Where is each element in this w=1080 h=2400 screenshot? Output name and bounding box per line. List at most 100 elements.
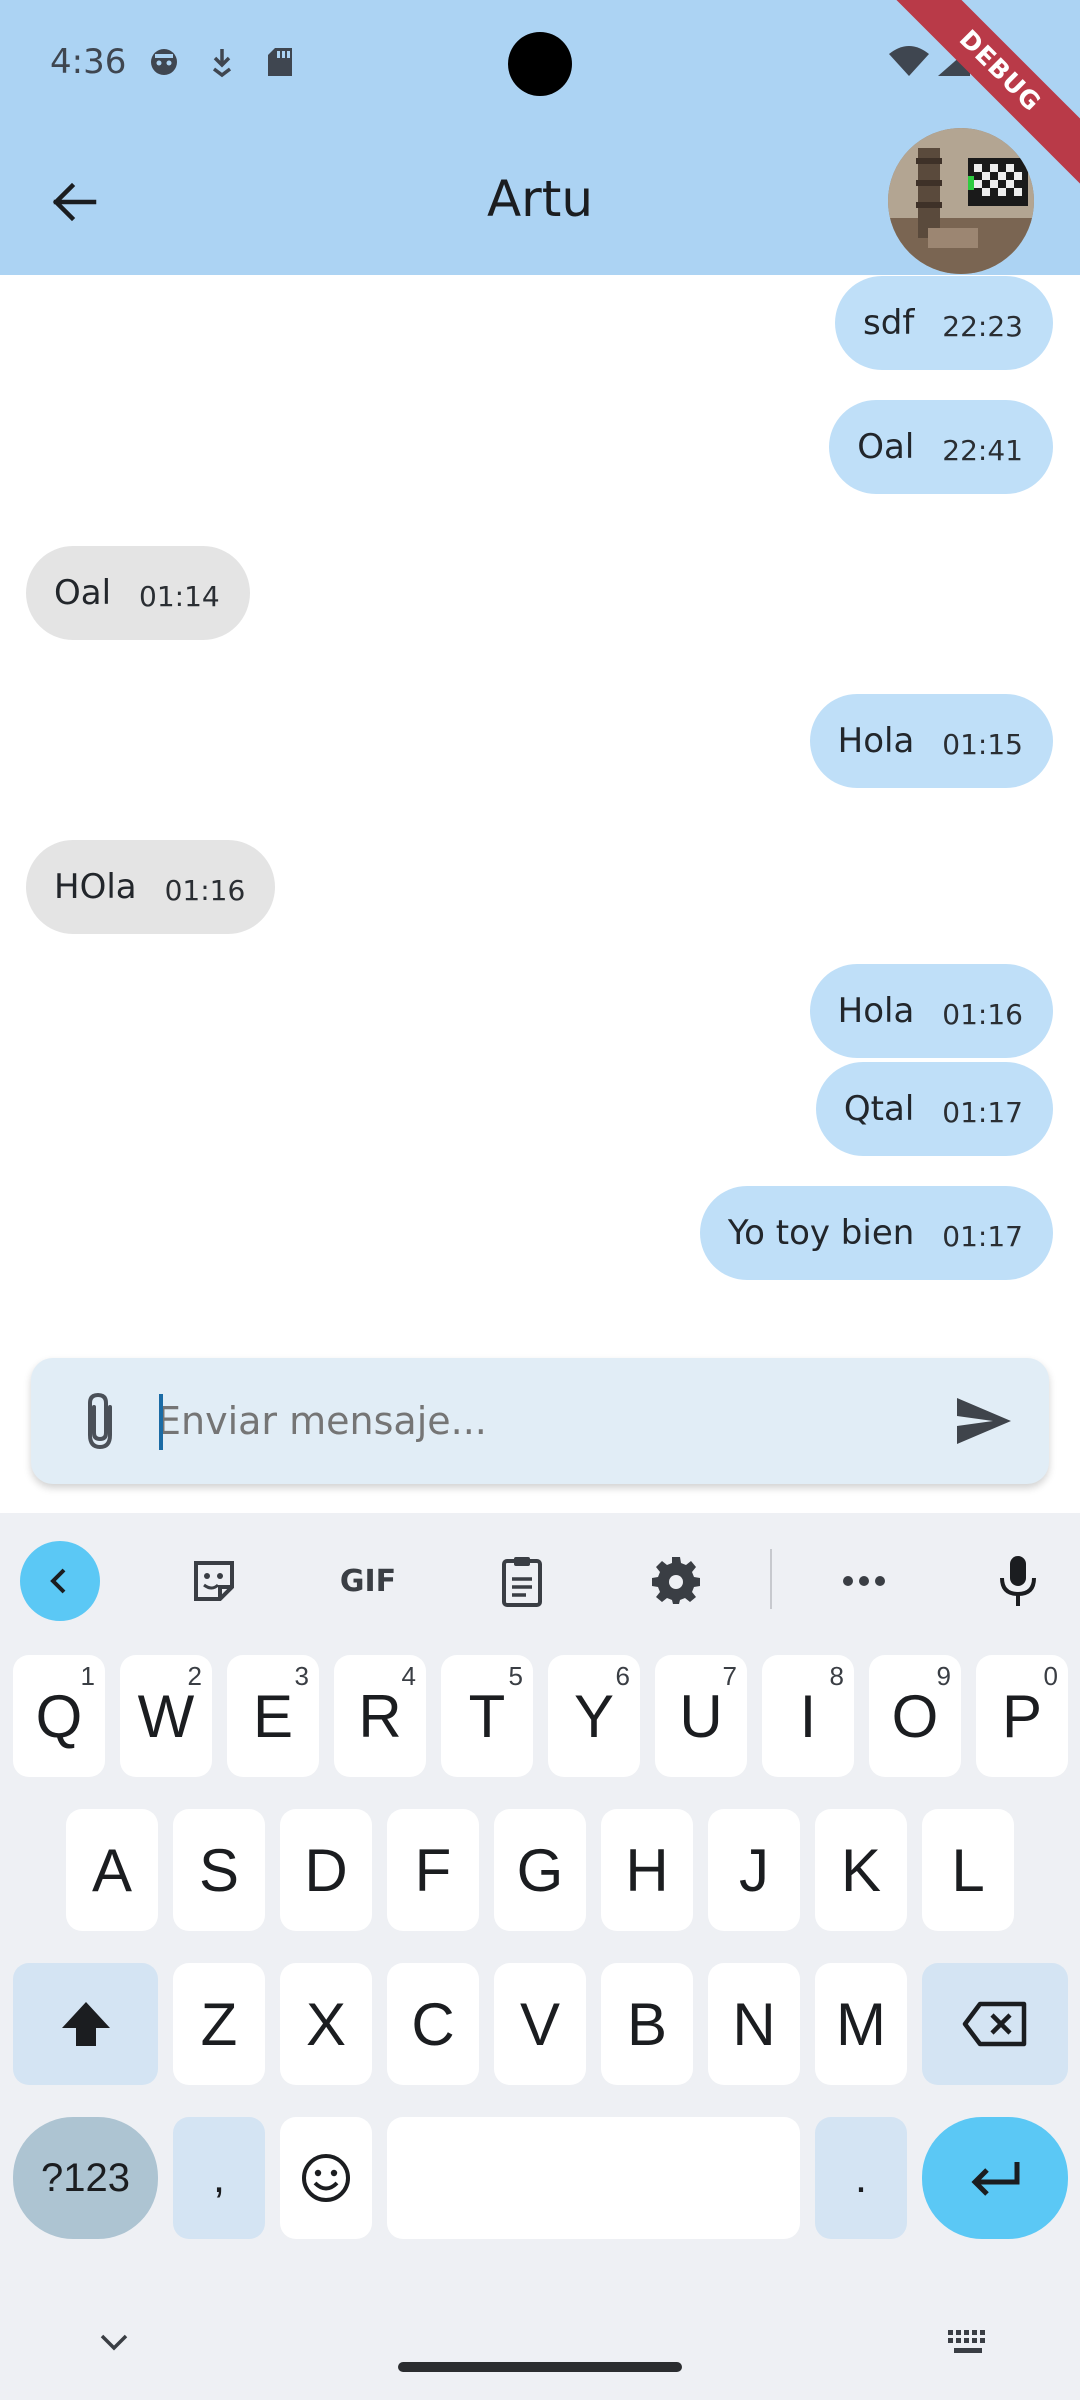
key-g[interactable]: G — [494, 1809, 586, 1931]
message-text: Hola — [837, 991, 915, 1031]
key-b[interactable]: B — [601, 1963, 693, 2085]
key-y[interactable]: Y6 — [548, 1655, 640, 1777]
message-bubble-outgoing[interactable]: Hola 01:15 — [809, 694, 1053, 788]
key-hint: 9 — [936, 1661, 951, 1691]
key-e[interactable]: E3 — [227, 1655, 319, 1777]
message-time: 01:16 — [942, 997, 1023, 1031]
hide-keyboard-button[interactable] — [92, 2320, 136, 2364]
key-p[interactable]: P0 — [976, 1655, 1068, 1777]
key-hint: 3 — [294, 1661, 309, 1691]
text-cursor — [159, 1394, 163, 1450]
chevron-down-icon — [100, 2334, 128, 2351]
message-bubble-outgoing[interactable]: Qtal 01:17 — [815, 1062, 1053, 1156]
home-indicator[interactable] — [398, 2362, 682, 2372]
emoji-icon — [302, 2154, 350, 2202]
key-label: E — [252, 1682, 294, 1750]
key-z[interactable]: Z — [173, 1963, 265, 2085]
key-f[interactable]: F — [387, 1809, 479, 1931]
message-text: Oal — [857, 427, 915, 467]
more-button[interactable] — [824, 1541, 904, 1621]
sticker-button[interactable] — [174, 1541, 254, 1621]
message-text: Oal — [54, 573, 112, 613]
key-d[interactable]: D — [280, 1809, 372, 1931]
key-hint: 4 — [401, 1661, 416, 1691]
message-time: 01:17 — [942, 1219, 1023, 1253]
send-icon — [957, 1398, 1011, 1444]
clipboard-icon — [502, 1557, 542, 1607]
message-time: 22:23 — [942, 309, 1023, 343]
key-h[interactable]: H — [601, 1809, 693, 1931]
contact-avatar[interactable] — [888, 128, 1034, 274]
message-bubble-outgoing[interactable]: Yo toy bien 01:17 — [699, 1186, 1053, 1280]
key-w[interactable]: W2 — [120, 1655, 212, 1777]
message-bubble-outgoing[interactable]: Oal 22:41 — [829, 400, 1053, 494]
soft-keyboard: G I F — [0, 1513, 1080, 2400]
key-j[interactable]: J — [708, 1809, 800, 1931]
sdcard-icon — [264, 46, 296, 78]
key-k[interactable]: K — [815, 1809, 907, 1931]
attach-button[interactable] — [67, 1388, 133, 1454]
key-label: Q — [35, 1682, 83, 1750]
key-label: P — [1001, 1682, 1043, 1750]
key-hint: 8 — [829, 1661, 844, 1691]
period-key[interactable]: . — [815, 2117, 907, 2239]
keyboard-collapse-button[interactable] — [20, 1541, 100, 1621]
message-bubble-incoming[interactable]: Oal 01:14 — [26, 546, 250, 640]
numbers-symbols-key[interactable]: ?123 — [13, 2117, 158, 2239]
send-button[interactable] — [951, 1388, 1017, 1454]
more-icon — [843, 1576, 885, 1586]
message-text: HOla — [54, 867, 137, 907]
message-time: 01:14 — [139, 579, 220, 613]
key-hint: 0 — [1043, 1661, 1058, 1691]
space-key[interactable] — [387, 2117, 800, 2239]
keyboard-switch-button[interactable] — [944, 2320, 992, 2364]
key-label: T — [468, 1682, 506, 1750]
key-c[interactable]: C — [387, 1963, 479, 2085]
message-bubble-outgoing[interactable]: sdf 22:23 — [835, 276, 1053, 370]
key-l[interactable]: L — [922, 1809, 1014, 1931]
mic-icon — [1000, 1556, 1036, 1606]
key-q[interactable]: Q1 — [13, 1655, 105, 1777]
backspace-icon — [962, 2001, 1027, 2047]
status-time: 4:36 — [50, 42, 127, 82]
gif-button[interactable]: GIF — [328, 1541, 408, 1621]
key-t[interactable]: T5 — [441, 1655, 533, 1777]
comma-key[interactable]: , — [173, 2117, 265, 2239]
message-input[interactable] — [157, 1358, 937, 1484]
wifi-icon — [888, 46, 930, 78]
camera-cutout — [508, 32, 572, 96]
key-m[interactable]: M — [815, 1963, 907, 2085]
message-bubble-incoming[interactable]: HOla 01:16 — [26, 840, 276, 934]
key-r[interactable]: R4 — [334, 1655, 426, 1777]
shift-key[interactable] — [13, 1963, 158, 2085]
key-a[interactable]: A — [66, 1809, 158, 1931]
key-i[interactable]: I8 — [762, 1655, 854, 1777]
message-time: 01:15 — [942, 727, 1023, 761]
key-x[interactable]: X — [280, 1963, 372, 2085]
backspace-key[interactable] — [922, 1963, 1068, 2085]
key-u[interactable]: U7 — [655, 1655, 747, 1777]
message-text: sdf — [863, 303, 915, 343]
voice-input-button[interactable] — [978, 1541, 1058, 1621]
toolbar-divider — [770, 1549, 772, 1609]
key-label: O — [891, 1682, 939, 1750]
key-label: U — [679, 1682, 723, 1750]
face-icon — [148, 46, 180, 78]
key-n[interactable]: N — [708, 1963, 800, 2085]
gear-icon — [652, 1557, 700, 1604]
key-s[interactable]: S — [173, 1809, 265, 1931]
key-label: R — [358, 1682, 402, 1750]
key-label: W — [137, 1682, 195, 1750]
keyboard-settings-button[interactable] — [636, 1541, 716, 1621]
clipboard-button[interactable] — [482, 1541, 562, 1621]
key-v[interactable]: V — [494, 1963, 586, 2085]
key-hint: 7 — [722, 1661, 737, 1691]
enter-key[interactable] — [922, 2117, 1068, 2239]
chevron-left-icon — [50, 1568, 66, 1594]
message-text: Hola — [837, 721, 915, 761]
key-o[interactable]: O9 — [869, 1655, 961, 1777]
emoji-key[interactable] — [280, 2117, 372, 2239]
message-text: Qtal — [843, 1089, 915, 1129]
key-hint: 1 — [80, 1661, 95, 1691]
message-bubble-outgoing[interactable]: Hola 01:16 — [809, 964, 1053, 1058]
